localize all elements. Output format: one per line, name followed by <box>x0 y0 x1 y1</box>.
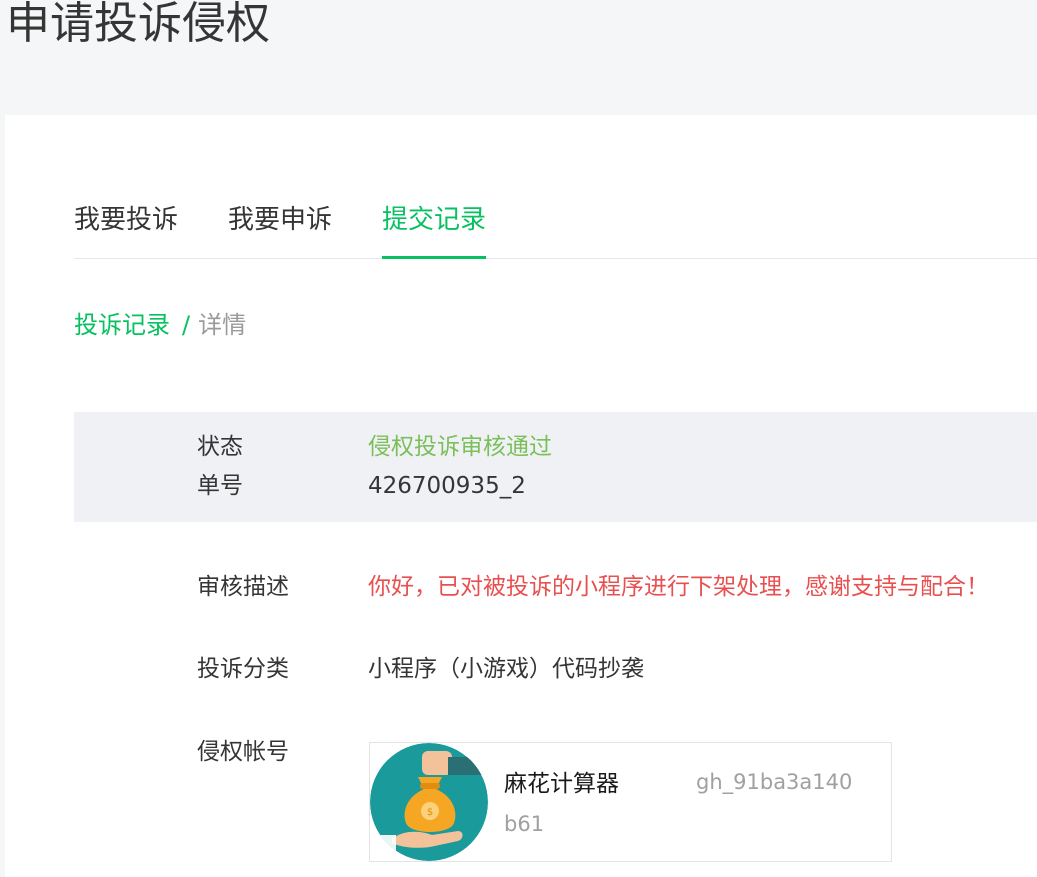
content-card: 我要投诉 我要申诉 提交记录 投诉记录 / 详情 状态 侵权投诉审核通过 单号 42… <box>5 115 1037 877</box>
status-panel: 状态 侵权投诉审核通过 单号 426700935_2 <box>74 412 1037 522</box>
account-name: 麻花计算器 <box>504 771 619 797</box>
account-id-line1: gh_91ba3a140 <box>696 770 853 794</box>
review-description-value: 你好，已对被投诉的小程序进行下架处理，感谢支持与配合！ <box>368 574 989 600</box>
order-number-label: 单号 <box>197 473 243 499</box>
breadcrumb-complaint-records[interactable]: 投诉记录 <box>74 311 170 339</box>
money-bag-hand-icon: $ <box>370 743 488 861</box>
tab-complain[interactable]: 我要投诉 <box>74 200 178 256</box>
page-title: 申请投诉侵权 <box>6 0 270 49</box>
account-card: $ 麻花计算器 gh_91ba3a140 b61 <box>369 742 892 862</box>
review-description-label: 审核描述 <box>197 574 289 600</box>
status-value: 侵权投诉审核通过 <box>368 434 552 460</box>
account-id-line2: b61 <box>504 812 545 836</box>
infringing-account-label: 侵权帐号 <box>197 739 289 765</box>
order-number-value: 426700935_2 <box>368 473 526 499</box>
complaint-category-label: 投诉分类 <box>197 656 289 682</box>
breadcrumb-current: 详情 <box>198 311 247 339</box>
tab-submission-records[interactable]: 提交记录 <box>382 200 487 259</box>
tab-appeal[interactable]: 我要申诉 <box>228 200 332 256</box>
status-label: 状态 <box>197 434 243 460</box>
complaint-category-value: 小程序（小游戏）代码抄袭 <box>368 656 644 682</box>
breadcrumb: 投诉记录 / 详情 <box>74 305 246 345</box>
breadcrumb-separator: / <box>182 311 191 339</box>
svg-text:$: $ <box>427 807 433 818</box>
tab-bar: 我要投诉 我要申诉 提交记录 <box>74 115 1037 259</box>
